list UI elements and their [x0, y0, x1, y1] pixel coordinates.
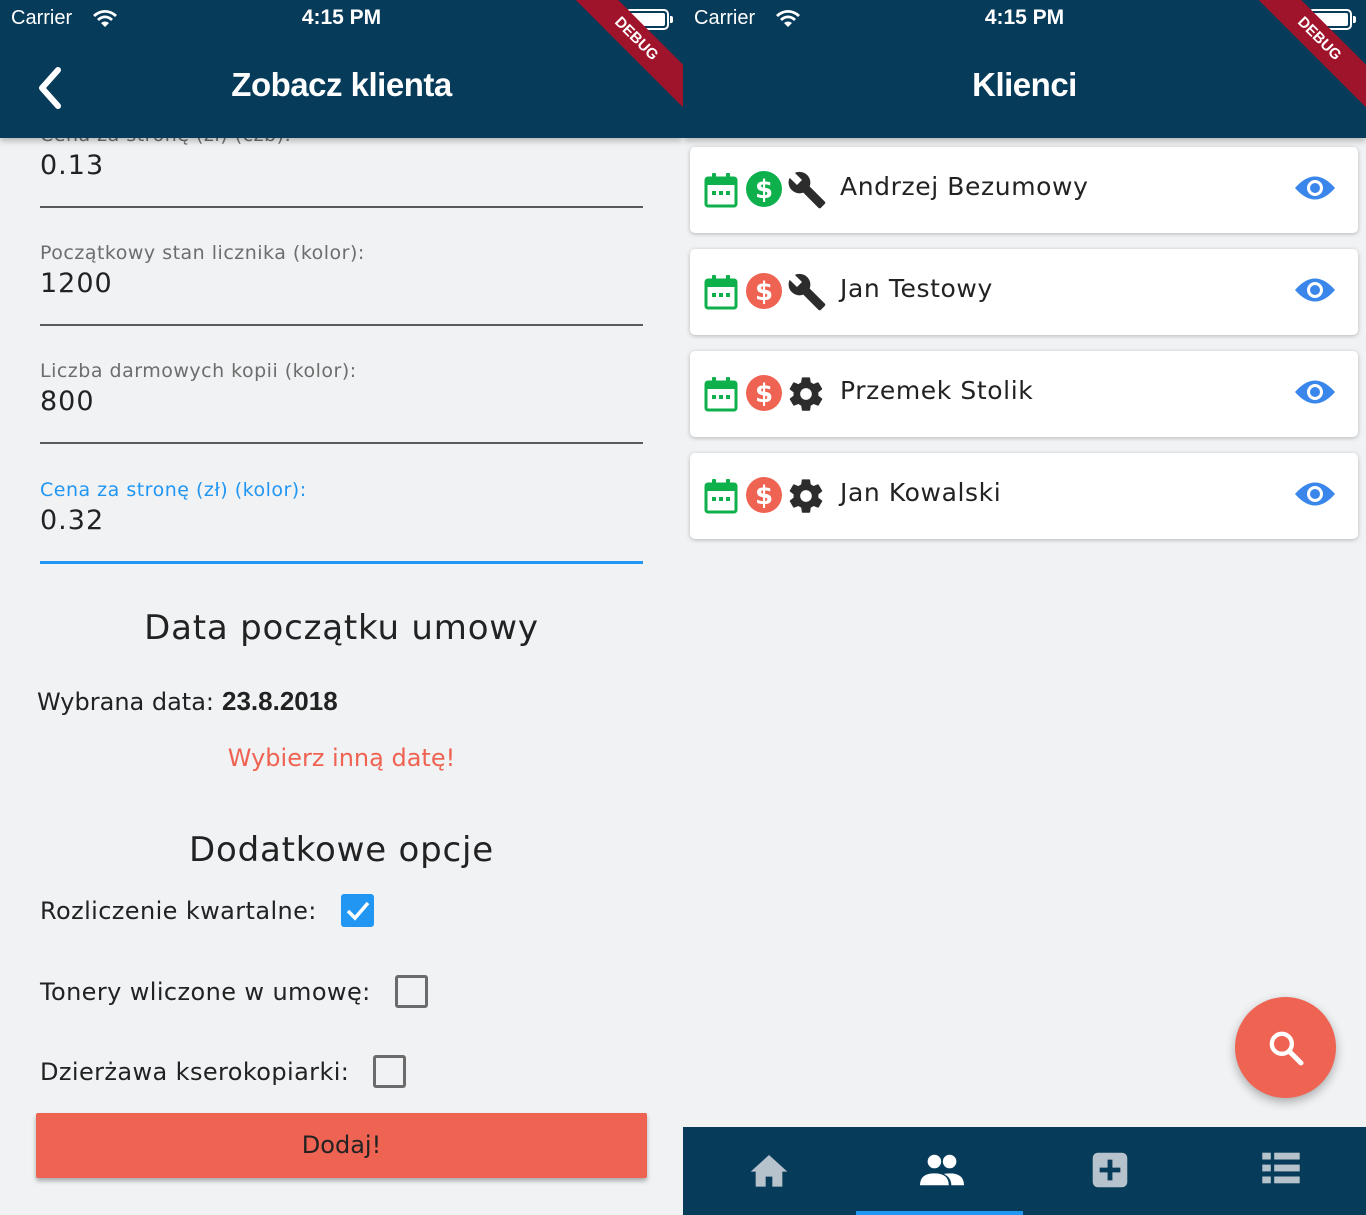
client-name: Andrzej Bezumowy — [840, 172, 1089, 201]
extra-options-heading: Dodatkowe opcje — [189, 830, 494, 870]
calendar-icon — [704, 172, 738, 212]
add-button[interactable]: Dodaj! — [36, 1113, 647, 1178]
list-icon — [1262, 1152, 1300, 1184]
dollar-icon: $ — [745, 476, 783, 518]
field-underline-active — [40, 561, 643, 564]
price-bw-value: 0.13 — [40, 150, 105, 181]
selected-date-value: 23.8.2018 — [222, 686, 338, 716]
svg-text:$: $ — [755, 277, 773, 307]
dollar-icon: $ — [745, 170, 783, 212]
calendar-icon — [704, 274, 738, 314]
option-label: Dzierżawa kserokopiarki: — [40, 1057, 350, 1086]
nav-clients[interactable] — [854, 1127, 1025, 1215]
client-name: Jan Kowalski — [840, 478, 1002, 507]
svg-text:$: $ — [755, 379, 773, 409]
free-copies-label: Liczba darmowych kopii (kolor): — [40, 360, 357, 382]
search-fab[interactable] — [1235, 997, 1336, 1098]
free-copies-value: 800 — [40, 386, 95, 417]
search-icon — [1269, 1031, 1304, 1066]
client-name: Przemek Stolik — [840, 376, 1034, 405]
svg-text:$: $ — [755, 175, 773, 205]
free-copies-field[interactable]: Liczba darmowych kopii (kolor): 800 — [40, 360, 643, 444]
add-box-icon — [1092, 1152, 1128, 1188]
view-client-eye-icon[interactable] — [1294, 479, 1336, 513]
svg-text:$: $ — [755, 481, 773, 511]
price-color-value: 0.32 — [40, 505, 105, 536]
nav-add[interactable] — [1025, 1127, 1196, 1215]
status-bar: Carrier 4:15 PM — [683, 0, 1366, 40]
nav-list[interactable] — [1196, 1127, 1366, 1215]
home-icon — [750, 1155, 788, 1187]
view-client-eye-icon[interactable] — [1294, 275, 1336, 309]
bottom-navigation — [683, 1127, 1366, 1215]
wrench-icon — [786, 170, 828, 214]
dollar-icon: $ — [745, 272, 783, 314]
gear-icon — [786, 476, 826, 520]
client-card[interactable]: $ Przemek Stolik — [690, 351, 1358, 437]
client-name: Jan Testowy — [840, 274, 993, 303]
pick-other-date-button[interactable]: Wybierz inną datę! — [0, 744, 683, 772]
app-bar: Carrier 4:15 PM Klienci DEBUG — [683, 0, 1366, 138]
copier-lease-checkbox[interactable] — [373, 1055, 407, 1088]
view-client-eye-icon[interactable] — [1294, 173, 1336, 207]
price-color-field[interactable]: Cena za stronę (zł) (kolor): 0.32 — [40, 479, 643, 564]
wrench-icon — [786, 272, 828, 316]
client-card[interactable]: $ Jan Testowy — [690, 249, 1358, 335]
clients-list-screen: Carrier 4:15 PM Klienci DEBUG $ Andrzej B… — [683, 0, 1366, 1215]
price-color-label: Cena za stronę (zł) (kolor): — [40, 479, 307, 501]
option-quarterly-billing: Rozliczenie kwartalne: — [40, 894, 374, 927]
option-copier-lease: Dzierżawa kserokopiarki: — [40, 1055, 407, 1088]
field-underline — [40, 324, 643, 326]
calendar-icon — [704, 478, 738, 518]
status-time: 4:15 PM — [301, 6, 382, 29]
color-counter-field[interactable]: Początkowy stan licznika (kolor): 1200 — [40, 242, 643, 326]
color-counter-value: 1200 — [40, 268, 113, 299]
page-title: Zobacz klienta — [231, 66, 452, 103]
option-toners-included: Tonery wliczone w umowę: — [40, 975, 428, 1008]
selected-date-label: Wybrana data: — [37, 688, 215, 716]
check-icon — [346, 901, 370, 921]
selected-date-row: Wybrana data: 23.8.2018 — [37, 686, 338, 717]
status-bar: Carrier 4:15 PM — [0, 0, 683, 40]
dollar-icon: $ — [745, 374, 783, 416]
color-counter-label: Początkowy stan licznika (kolor): — [40, 242, 365, 264]
contract-date-heading: Data początku umowy — [144, 608, 539, 648]
option-label: Rozliczenie kwartalne: — [40, 896, 317, 925]
people-icon — [920, 1154, 964, 1186]
client-details-screen: Carrier 4:15 PM Zobacz klienta DEBUG Cen… — [0, 0, 683, 1215]
option-label: Tonery wliczone w umowę: — [40, 977, 371, 1006]
nav-home[interactable] — [683, 1127, 854, 1215]
field-underline — [40, 442, 643, 444]
status-time: 4:15 PM — [984, 6, 1065, 29]
calendar-icon — [704, 376, 738, 416]
page-title: Klienci — [972, 66, 1077, 103]
field-underline — [40, 206, 643, 208]
gear-icon — [786, 374, 826, 418]
app-bar: Carrier 4:15 PM Zobacz klienta DEBUG — [0, 0, 683, 138]
toners-included-checkbox[interactable] — [394, 975, 428, 1008]
client-card[interactable]: $ Jan Kowalski — [690, 453, 1358, 539]
client-card[interactable]: $ Andrzej Bezumowy — [690, 147, 1358, 233]
view-client-eye-icon[interactable] — [1294, 377, 1336, 411]
quarterly-billing-checkbox[interactable] — [340, 894, 374, 927]
